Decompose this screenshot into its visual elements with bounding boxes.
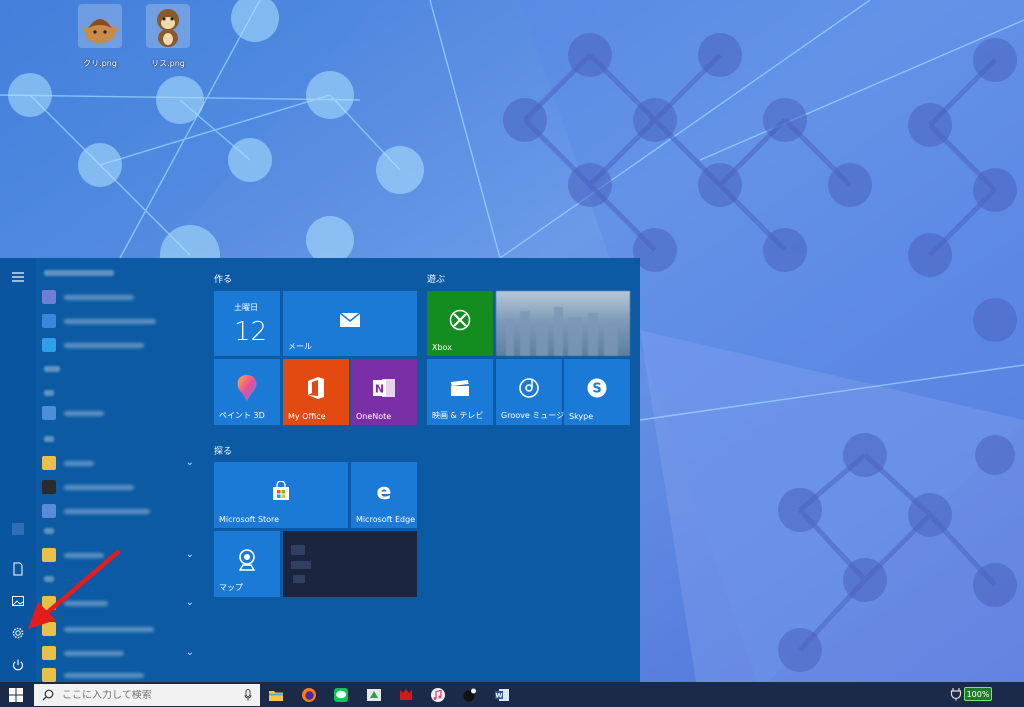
taskbar-itunes[interactable] <box>428 685 448 704</box>
search-box[interactable] <box>34 684 260 706</box>
blurred-content-icon <box>291 545 311 583</box>
taskbar-explorer[interactable] <box>266 685 286 704</box>
tile-label: Skype <box>569 412 594 421</box>
tile-label: マップ <box>219 583 243 592</box>
music-note-icon <box>431 687 445 702</box>
maps-camera-icon <box>238 549 256 571</box>
microphone-icon[interactable] <box>244 689 252 701</box>
list-item[interactable] <box>42 478 202 496</box>
tile-label: Microsoft Store <box>219 515 280 524</box>
list-item[interactable] <box>42 288 202 306</box>
desktop-icon-label: クリ.png <box>83 59 117 68</box>
tile-calendar[interactable]: 土曜日 12 <box>214 291 280 356</box>
tile-movies[interactable]: 映画 & テレビ <box>427 359 493 425</box>
skype-icon: S <box>587 378 607 398</box>
taskbar-line[interactable] <box>331 685 351 704</box>
squirrel-image-icon <box>146 4 190 48</box>
word-icon: W <box>495 688 509 701</box>
svg-text:W: W <box>495 691 502 699</box>
firefox-icon <box>302 687 316 702</box>
taskbar-word[interactable]: W <box>492 685 512 704</box>
drive-app-icon <box>367 688 381 701</box>
desktop-icon-label: リス.png <box>151 59 185 68</box>
onenote-icon: N <box>373 379 395 398</box>
tile-label: メール <box>288 342 312 351</box>
hamburger-icon <box>12 272 24 282</box>
tile-label: OneNote <box>356 412 392 421</box>
paint3d-icon <box>237 375 257 402</box>
line-chat-icon <box>334 687 348 702</box>
user-icon <box>12 523 24 535</box>
clapperboard-icon <box>451 380 469 397</box>
section-header <box>44 366 60 372</box>
tile-myoffice[interactable]: My Office <box>283 359 349 425</box>
taskbar-app-red[interactable] <box>396 685 416 704</box>
svg-text:N: N <box>375 383 384 396</box>
tile-label: Microsoft Edge <box>356 515 416 524</box>
tile-onenote[interactable]: N OneNote <box>351 359 417 425</box>
chestnut-image-icon <box>78 4 122 48</box>
red-app-icon <box>400 688 412 700</box>
section-header <box>44 436 54 442</box>
user-button[interactable] <box>6 518 30 540</box>
list-item[interactable] <box>42 502 202 520</box>
list-item[interactable]: ⌄ <box>42 644 202 662</box>
list-item[interactable] <box>42 404 202 422</box>
tile-paint3d[interactable]: ペイント 3D <box>214 359 280 425</box>
calendar-date: 12 <box>234 317 268 347</box>
battery-indicator[interactable]: 100% <box>964 687 992 701</box>
tile-live-blurred[interactable] <box>283 531 417 597</box>
tile-xbox[interactable]: Xbox <box>427 291 493 356</box>
tile-label: 映画 & テレビ <box>432 411 484 420</box>
tile-photo-live[interactable] <box>496 291 630 356</box>
taskbar: W 100% <box>0 682 1024 707</box>
edge-icon: e <box>377 480 392 502</box>
tile-mail[interactable]: メール <box>283 291 417 356</box>
group-title-create: 作る <box>214 275 233 285</box>
office-icon <box>308 377 324 400</box>
section-header <box>44 390 54 396</box>
list-item[interactable] <box>42 336 202 354</box>
black-app-icon <box>463 688 476 701</box>
group-title-explore: 探る <box>214 447 233 457</box>
groove-music-icon <box>519 378 539 398</box>
tile-skype[interactable]: S Skype <box>564 359 630 425</box>
menu-button[interactable] <box>6 266 30 288</box>
tile-edge[interactable]: e Microsoft Edge <box>351 462 417 528</box>
desktop-icon-kuri[interactable]: クリ.png <box>70 4 130 69</box>
svg-text:S: S <box>592 382 601 397</box>
list-item[interactable] <box>42 666 202 682</box>
tile-label: Xbox <box>432 343 452 352</box>
tile-label: My Office <box>288 412 326 421</box>
list-item[interactable]: ⌄ <box>42 454 202 472</box>
list-item[interactable] <box>42 312 202 330</box>
plug-icon <box>950 688 962 701</box>
section-header <box>44 270 114 276</box>
city-photo-icon <box>506 307 618 356</box>
taskbar-firefox[interactable] <box>299 685 319 704</box>
section-header <box>44 528 54 534</box>
tile-label: Groove ミュージ... <box>501 411 572 420</box>
tile-maps[interactable]: マップ <box>214 531 280 597</box>
calendar-day: 土曜日 <box>234 303 258 312</box>
desktop-icon-risu[interactable]: リス.png <box>138 4 198 69</box>
windows-logo-icon[interactable] <box>8 687 24 703</box>
power-icon <box>12 659 24 671</box>
tile-store[interactable]: Microsoft Store <box>214 462 348 528</box>
tile-groove[interactable]: Groove ミュージ... <box>496 359 572 425</box>
group-title-play: 遊ぶ <box>427 275 446 285</box>
power-button[interactable] <box>6 654 30 676</box>
taskbar-drive[interactable] <box>364 685 384 704</box>
search-input[interactable] <box>62 689 232 701</box>
annotation-arrow <box>28 549 121 629</box>
store-bag-icon <box>273 481 289 501</box>
taskbar-app-black[interactable] <box>460 685 480 704</box>
search-icon <box>42 689 54 701</box>
tile-label: ペイント 3D <box>219 411 265 420</box>
xbox-icon <box>449 309 471 330</box>
folder-icon <box>269 690 283 701</box>
mail-icon <box>339 312 361 327</box>
svg-text:e: e <box>377 480 392 502</box>
